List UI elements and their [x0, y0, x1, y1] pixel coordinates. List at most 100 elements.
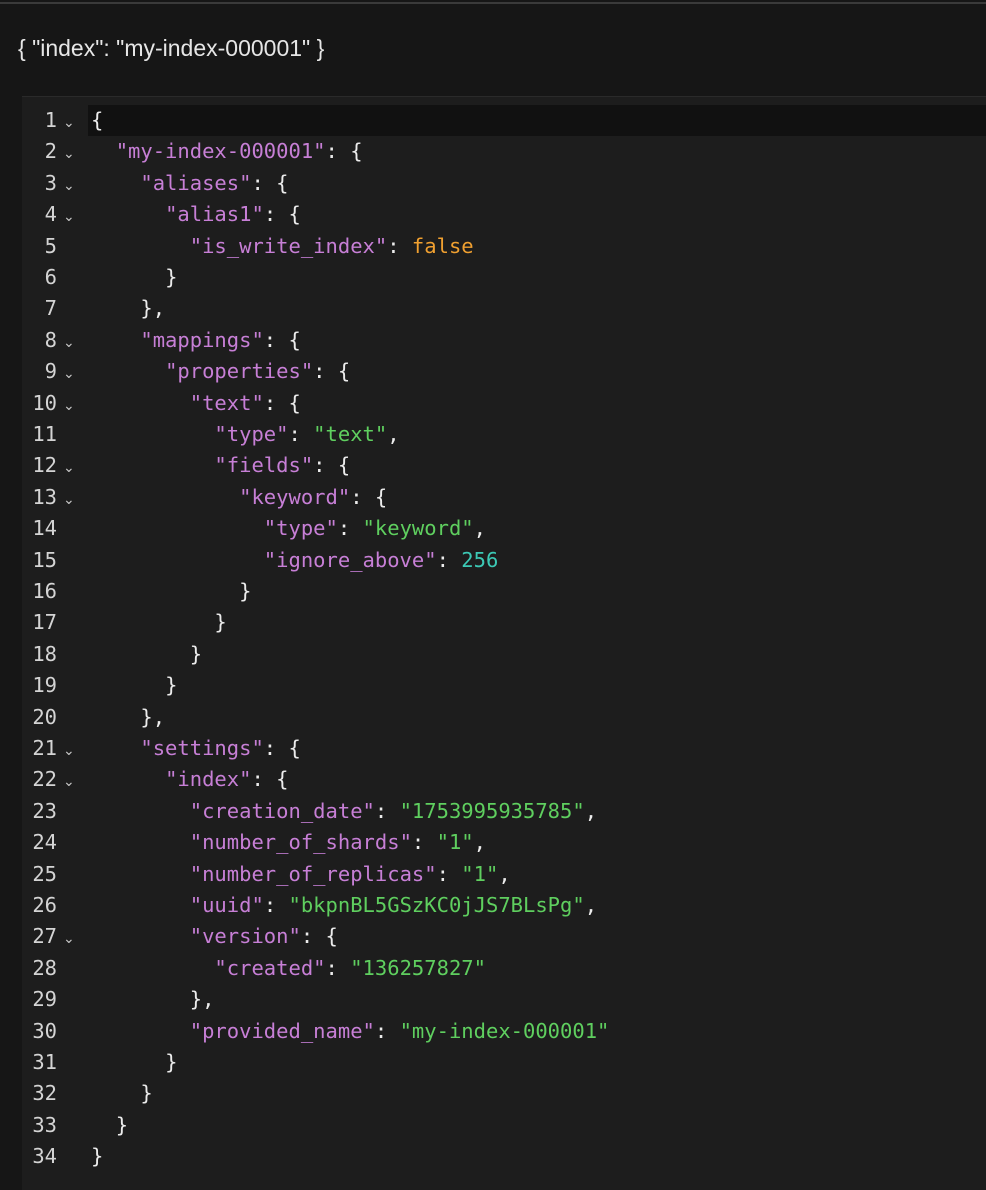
code-text: "ignore_above": 256 [263, 547, 499, 572]
code-line[interactable]: 28 "created": "136257827" [22, 953, 986, 984]
code-text: "type": "text", [214, 422, 400, 446]
line-number: 6 [44, 265, 57, 289]
json-code-editor[interactable]: 1 ⌄{2 ⌄ "my-index-000001": {3 ⌄ "aliases": … [22, 96, 986, 1190]
line-number: 25 [32, 861, 57, 886]
code-text: "index": { [165, 767, 289, 792]
code-text: "uuid": "bkpnBL5GSzKC0jJS7BLsPg", [189, 893, 598, 917]
code-line[interactable]: 13 ⌄ "keyword": { [22, 482, 986, 513]
line-number: 34 [32, 1144, 57, 1169]
line-number: 13 [32, 484, 57, 509]
code-text: "settings": { [140, 736, 301, 760]
line-number: 18 [32, 641, 57, 666]
code-text: "keyword": { [239, 484, 388, 509]
code-text: } [214, 610, 227, 635]
line-number: 7 [44, 296, 57, 321]
code-text: }, [140, 296, 166, 321]
code-line[interactable]: 9 ⌄ "properties": { [22, 356, 986, 387]
line-number: 16 [32, 579, 57, 603]
code-line[interactable]: 25 "number_of_replicas": "1", [22, 859, 986, 890]
code-text: "created": "136257827" [214, 955, 486, 980]
code-line[interactable]: 24 "number_of_shards": "1", [22, 827, 986, 858]
line-number: 21 [32, 736, 57, 760]
line-number: 9 [44, 359, 57, 384]
code-line[interactable]: 22 ⌄ "index": { [22, 764, 986, 795]
code-line[interactable]: 17 } [22, 607, 986, 638]
code-text: "fields": { [214, 453, 351, 478]
code-text: "number_of_replicas": "1", [189, 861, 511, 886]
code-line[interactable]: 12 ⌄ "fields": { [22, 450, 986, 481]
code-text: } [140, 1081, 153, 1106]
code-text: } [189, 641, 203, 666]
code-text: } [239, 579, 252, 603]
code-line[interactable]: 10 ⌄ "text": { [22, 388, 986, 419]
code-text: "type": "keyword", [263, 516, 486, 541]
code-line[interactable]: 3 ⌄ "aliases": { [22, 168, 986, 199]
code-text: "alias1": { [165, 202, 301, 227]
code-line[interactable]: 32 } [22, 1078, 986, 1109]
code-line[interactable]: 4 ⌄ "alias1": { [22, 199, 986, 230]
line-number: 29 [32, 987, 57, 1012]
code-text: }, [140, 704, 166, 729]
line-number: 31 [32, 1050, 57, 1074]
code-line[interactable]: 33 } [22, 1110, 986, 1141]
line-number: 23 [32, 798, 57, 823]
code-line[interactable]: 7 }, [22, 293, 986, 324]
line-number: 15 [32, 547, 57, 572]
line-number: 14 [32, 516, 57, 541]
code-line[interactable]: 1 ⌄{ [22, 105, 986, 136]
code-text: "provided_name": "my-index-000001" [189, 1018, 610, 1043]
code-line[interactable]: 15 "ignore_above": 256 [22, 545, 986, 576]
code-text: } [115, 1112, 129, 1137]
line-number: 33 [32, 1112, 57, 1137]
code-line[interactable]: 6 } [22, 262, 986, 293]
line-number: 12 [32, 453, 57, 478]
code-text: "aliases": { [140, 170, 289, 195]
code-line[interactable]: 11 "type": "text", [22, 419, 986, 450]
code-text: "creation_date": "1753995935785", [189, 798, 598, 823]
code-line[interactable]: 29 }, [22, 984, 986, 1015]
code-text: }, [189, 987, 215, 1012]
code-line[interactable]: 5 "is_write_index": false [22, 231, 986, 262]
code-line[interactable]: 34} [22, 1141, 986, 1172]
code-text: { [91, 108, 104, 132]
code-text: } [165, 1050, 178, 1074]
code-line[interactable]: 31 } [22, 1047, 986, 1078]
code-line[interactable]: 19 } [22, 670, 986, 701]
code-text: "properties": { [165, 359, 351, 384]
code-text: "number_of_shards": "1", [189, 830, 486, 855]
line-number: 8 [44, 327, 57, 352]
code-line[interactable]: 27 ⌄ "version": { [22, 921, 986, 952]
line-number: 3 [44, 170, 57, 195]
code-line[interactable]: 30 "provided_name": "my-index-000001" [22, 1016, 986, 1047]
line-number: 20 [32, 704, 57, 729]
code-text: "is_write_index": false [189, 233, 474, 258]
code-line[interactable]: 20 }, [22, 702, 986, 733]
code-line[interactable]: 16 } [22, 576, 986, 607]
code-line[interactable]: 23 "creation_date": "1753995935785", [22, 796, 986, 827]
line-number: 1 [44, 108, 57, 132]
request-body: { "index": "my-index-000001" } [18, 35, 325, 61]
code-text: } [165, 265, 178, 289]
code-text: "my-index-000001": { [115, 139, 363, 164]
line-number: 11 [32, 422, 57, 446]
line-number: 28 [32, 955, 57, 980]
line-number: 2 [44, 139, 57, 164]
line-number: 22 [32, 767, 57, 792]
line-number: 19 [32, 673, 57, 698]
line-number: 27 [32, 924, 57, 949]
code-text: "text": { [189, 390, 301, 415]
code-line[interactable]: 21 ⌄ "settings": { [22, 733, 986, 764]
response-viewer: { "index": "my-index-000001" } 1 ⌄{2 ⌄ "my… [0, 0, 986, 1190]
code-line[interactable]: 26 "uuid": "bkpnBL5GSzKC0jJS7BLsPg", [22, 890, 986, 921]
top-divider [0, 2, 986, 4]
code-line[interactable]: 2 ⌄ "my-index-000001": { [22, 136, 986, 167]
line-number: 5 [44, 233, 57, 258]
code-text: "mappings": { [140, 327, 301, 352]
code-line[interactable]: 8 ⌄ "mappings": { [22, 325, 986, 356]
line-number: 30 [32, 1018, 57, 1043]
line-number: 4 [44, 202, 57, 227]
code-line[interactable]: 14 "type": "keyword", [22, 513, 986, 544]
code-line[interactable]: 18 } [22, 639, 986, 670]
code-text: } [165, 673, 178, 698]
line-number: 32 [32, 1081, 57, 1106]
